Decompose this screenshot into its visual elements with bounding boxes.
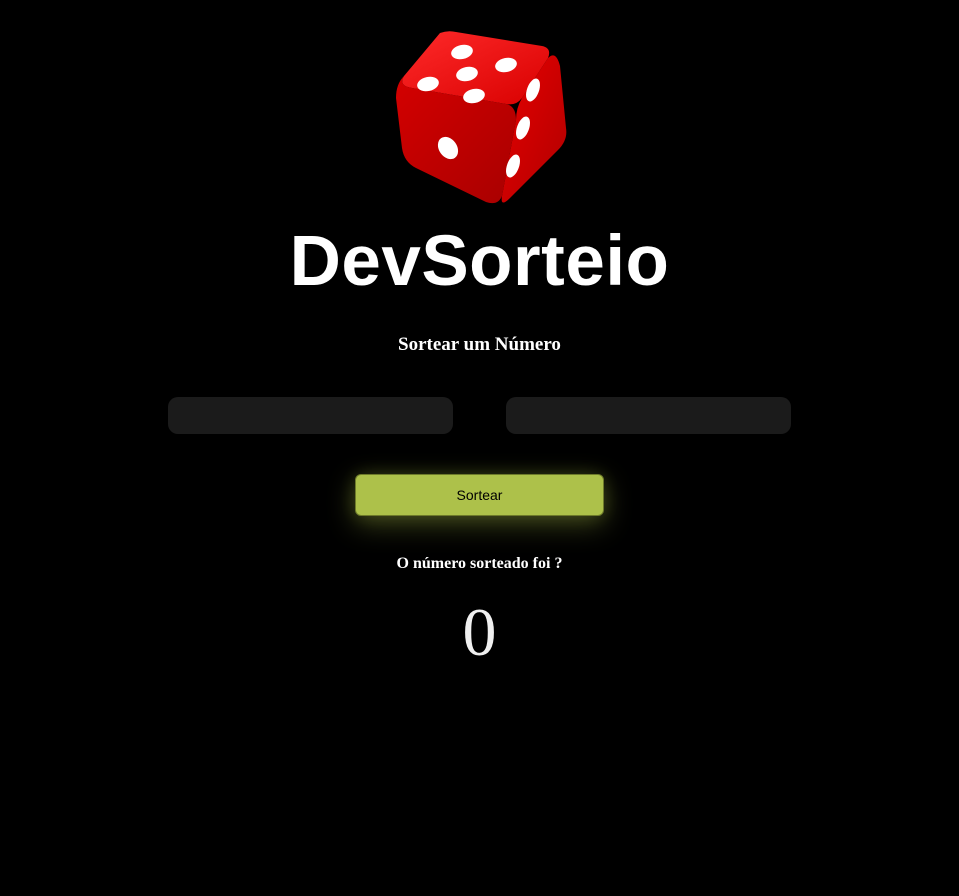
draw-button[interactable]: Sortear — [355, 474, 604, 516]
min-number-input[interactable] — [168, 397, 453, 434]
max-number-input[interactable] — [506, 397, 791, 434]
dice-logo-icon — [390, 28, 572, 208]
result-label: O número sorteado foi ? — [396, 555, 563, 572]
page-subtitle: Sortear um Número — [398, 334, 561, 355]
brand-title: DevSorteio — [289, 222, 670, 301]
result-value: 0 — [462, 594, 497, 670]
